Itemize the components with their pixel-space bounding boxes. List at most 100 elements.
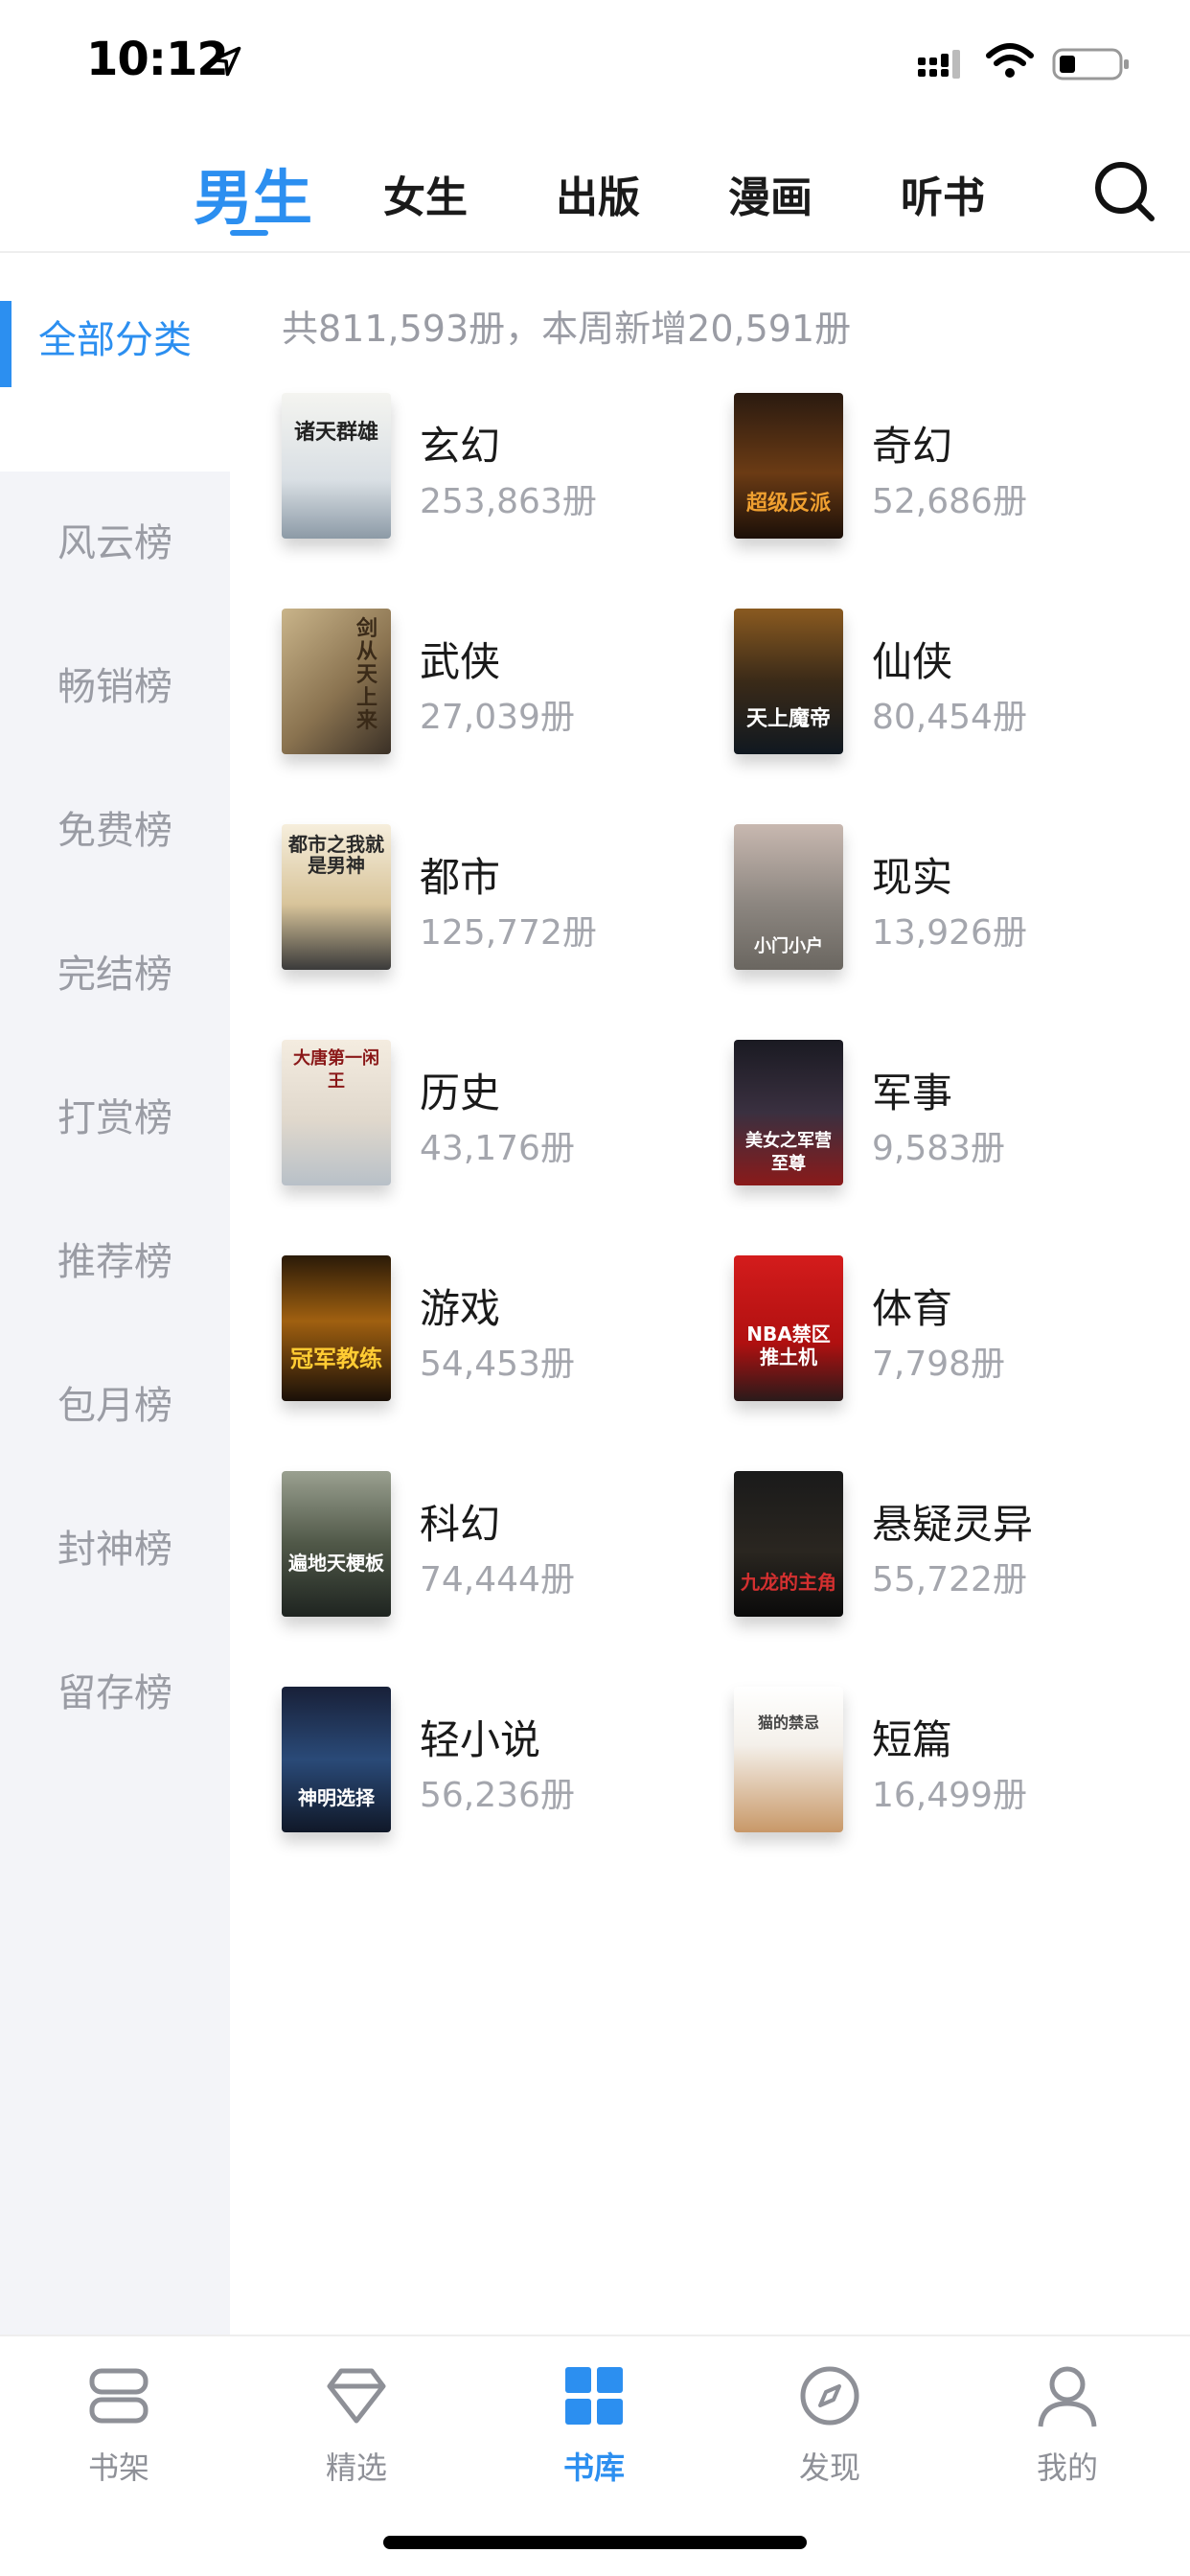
nav-label: 我的: [1036, 2450, 1098, 2486]
cover-title: 剑从天上来: [355, 617, 378, 733]
sidebar-item-recommended[interactable]: 推荐榜: [0, 1190, 230, 1334]
category-count: 16,499册: [872, 1776, 1027, 1815]
cover-title: 神明选择: [298, 1786, 375, 1809]
sidebar-item-fengyun[interactable]: 风云榜: [0, 472, 230, 615]
category-item-tiyu[interactable]: NBA禁区推土机 体育 7,798册: [734, 1255, 1146, 1418]
book-cover-image: 冠军教练: [282, 1255, 391, 1401]
book-cover-image: 九龙的主角: [734, 1471, 843, 1617]
book-cover-image: 天上魔帝: [734, 609, 843, 754]
cover-title: NBA禁区推土机: [746, 1322, 831, 1368]
category-item-xuanhuan[interactable]: 诸天群雄 玄幻 253,863册: [282, 393, 694, 556]
category-name: 体育: [872, 1285, 953, 1332]
book-cover-image: 超级反派: [734, 393, 843, 539]
top-channel-tabs: 男生 女生 出版 漫画 听书: [0, 144, 1190, 251]
sidebar-item-retention[interactable]: 留存榜: [0, 1622, 230, 1765]
nav-library[interactable]: 书库: [517, 2356, 671, 2490]
search-icon[interactable]: [1092, 159, 1156, 222]
book-cover-image: NBA禁区推土机: [734, 1255, 843, 1401]
tab-male[interactable]: 男生: [194, 150, 312, 236]
sidebar-item-label: 留存榜: [57, 1671, 172, 1715]
nav-profile[interactable]: 我的: [991, 2356, 1144, 2490]
sidebar-item-label: 封神榜: [57, 1528, 172, 1572]
diamond-icon: [327, 2368, 386, 2424]
category-count: 74,444册: [420, 1560, 575, 1599]
category-name: 都市: [420, 854, 501, 901]
category-name: 玄幻: [420, 423, 501, 470]
category-count: 125,772册: [420, 913, 597, 953]
sidebar-item-bestseller[interactable]: 畅销榜: [0, 615, 230, 759]
category-name: 悬疑灵异: [872, 1501, 1034, 1548]
book-cover-image: 剑从天上来: [282, 609, 391, 754]
cover-title: 都市之我就是男神: [288, 833, 384, 877]
book-cover-image: 都市之我就是男神: [282, 824, 391, 970]
tab-publish[interactable]: 出版: [556, 163, 640, 224]
book-cover-image: 诸天群雄: [282, 393, 391, 539]
battery-icon: [1052, 48, 1129, 80]
tab-female[interactable]: 女生: [383, 163, 468, 224]
category-item-xuanyi[interactable]: 九龙的主角 悬疑灵异 55,722册: [734, 1471, 1146, 1634]
category-count: 27,039册: [420, 698, 575, 737]
cover-title: 天上魔帝: [745, 707, 831, 731]
sidebar-item-label: 包月榜: [57, 1384, 172, 1428]
bookshelf-icon: [89, 2368, 149, 2424]
nav-discover[interactable]: 发现: [753, 2356, 906, 2490]
category-count: 52,686册: [872, 482, 1027, 521]
sidebar-item-label: 风云榜: [57, 521, 172, 565]
category-item-dushi[interactable]: 都市之我就是男神 都市 125,772册: [282, 824, 694, 987]
nav-label: 书架: [87, 2450, 149, 2486]
nav-featured[interactable]: 精选: [280, 2356, 433, 2490]
category-name: 奇幻: [872, 423, 953, 470]
category-name: 历史: [420, 1070, 501, 1116]
category-count: 54,453册: [420, 1345, 575, 1384]
category-count: 9,583册: [872, 1129, 1006, 1168]
sidebar-item-label: 推荐榜: [57, 1240, 172, 1284]
wifi-icon: [986, 43, 1034, 78]
category-count: 43,176册: [420, 1129, 575, 1168]
home-indicator[interactable]: [383, 2536, 807, 2549]
status-bar: 10:12: [0, 0, 1190, 126]
cover-title: 大唐第一闲王: [293, 1048, 379, 1092]
sidebar-item-monthly[interactable]: 包月榜: [0, 1334, 230, 1478]
catalog-summary: 共811,593册，本周新增20,591册: [282, 308, 852, 350]
category-item-xianxia[interactable]: 天上魔帝 仙侠 80,454册: [734, 609, 1146, 771]
location-arrow-icon: [211, 46, 241, 77]
sidebar-item-all-categories[interactable]: 全部分类: [0, 253, 230, 472]
nav-bookshelf[interactable]: 书架: [42, 2356, 195, 2490]
cellular-signal-icon: [918, 50, 960, 79]
sidebar-item-legendary[interactable]: 封神榜: [0, 1478, 230, 1622]
sidebar-item-label: 打赏榜: [57, 1096, 172, 1140]
active-tab-indicator: [230, 230, 268, 236]
nav-label: 精选: [325, 2450, 387, 2486]
book-cover-image: 猫的禁忌: [734, 1687, 843, 1832]
category-item-kehuan[interactable]: 遍地天梗板 科幻 74,444册: [282, 1471, 694, 1634]
person-icon: [1038, 2366, 1097, 2427]
status-time: 10:12: [86, 33, 229, 86]
category-count: 80,454册: [872, 698, 1027, 737]
sidebar-active-marker: [0, 301, 11, 387]
sidebar-item-completed[interactable]: 完结榜: [0, 903, 230, 1046]
category-count: 253,863册: [420, 482, 597, 521]
category-item-lishi[interactable]: 大唐第一闲王 历史 43,176册: [282, 1040, 694, 1203]
category-item-qingxiaoshuo[interactable]: 神明选择 轻小说 56,236册: [282, 1687, 694, 1850]
category-item-xianshi[interactable]: 小门小户 现实 13,926册: [734, 824, 1146, 987]
tab-audiobooks[interactable]: 听书: [901, 163, 985, 224]
category-count: 7,798册: [872, 1345, 1006, 1384]
cover-title: 猫的禁忌: [757, 1714, 819, 1732]
category-item-qihuan[interactable]: 超级反派 奇幻 52,686册: [734, 393, 1146, 556]
category-item-wuxia[interactable]: 剑从天上来 武侠 27,039册: [282, 609, 694, 771]
cover-title: 冠军教练: [290, 1346, 382, 1372]
sidebar-item-free[interactable]: 免费榜: [0, 759, 230, 903]
ranking-sidebar: 全部分类 风云榜 畅销榜 免费榜 完结榜 打赏榜 推荐榜 包月榜 封神榜 留存榜: [0, 253, 230, 2334]
category-item-junshi[interactable]: 美女之军营至尊 军事 9,583册: [734, 1040, 1146, 1203]
book-cover-image: 遍地天梗板: [282, 1471, 391, 1617]
grid-icon: [565, 2367, 623, 2425]
sidebar-item-label: 畅销榜: [57, 665, 172, 709]
sidebar-item-tips[interactable]: 打赏榜: [0, 1046, 230, 1190]
category-item-youxi[interactable]: 冠军教练 游戏 54,453册: [282, 1255, 694, 1418]
category-item-duanpian[interactable]: 猫的禁忌 短篇 16,499册: [734, 1687, 1146, 1850]
category-name: 武侠: [420, 638, 501, 685]
tab-comics[interactable]: 漫画: [728, 163, 812, 224]
cover-title: 遍地天梗板: [288, 1552, 384, 1575]
sidebar-item-label: 完结榜: [57, 953, 172, 997]
book-cover-image: 小门小户: [734, 824, 843, 970]
